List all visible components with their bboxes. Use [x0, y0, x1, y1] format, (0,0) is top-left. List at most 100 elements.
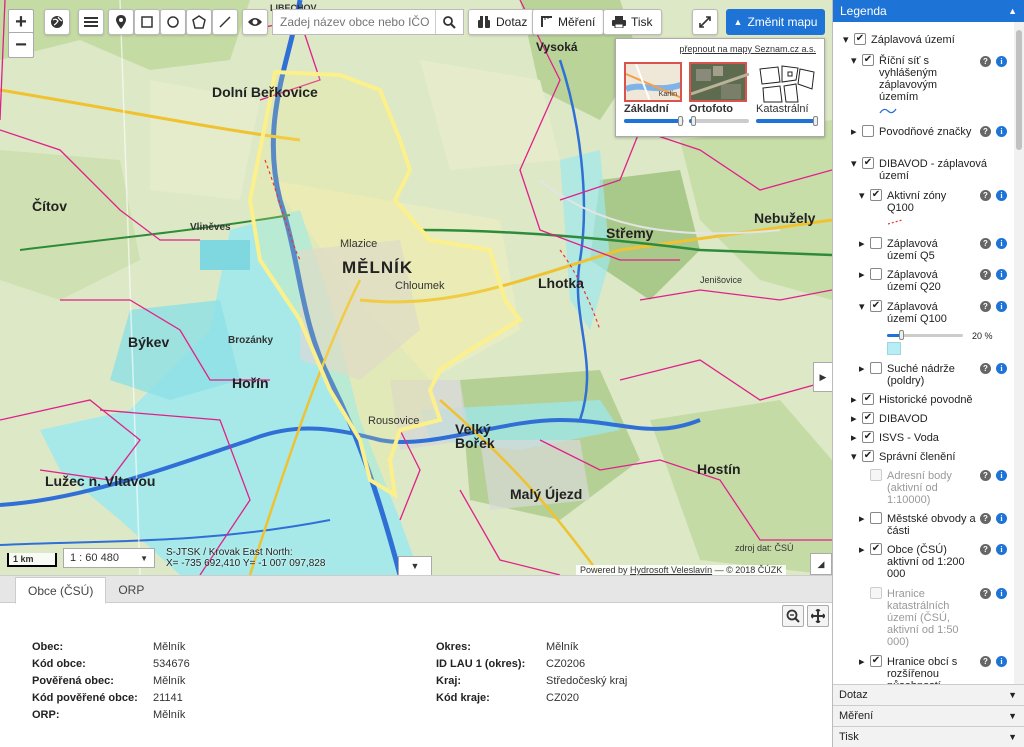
info-icon[interactable]: i — [996, 301, 1007, 312]
basemap-ortofoto[interactable]: Ortofoto — [689, 62, 750, 126]
help-icon[interactable]: ? — [980, 544, 991, 555]
globe-button[interactable] — [44, 9, 70, 35]
info-icon[interactable]: i — [996, 588, 1007, 599]
help-icon[interactable]: ? — [980, 513, 991, 524]
copyright-link[interactable]: Hydrosoft Veleslavín — [630, 565, 712, 575]
info-icon[interactable]: i — [996, 56, 1007, 67]
help-icon[interactable]: ? — [980, 363, 991, 374]
info-icon[interactable]: i — [996, 238, 1007, 249]
info-key: ID LAU 1 (okres): — [436, 657, 526, 670]
legend-scrollbar[interactable] — [1014, 22, 1024, 684]
draw-line-button[interactable] — [212, 9, 238, 35]
checkbox-dibavod[interactable]: ✔ — [862, 412, 874, 424]
chevron-right-icon[interactable]: ▸ — [859, 269, 865, 281]
draw-circle-button[interactable] — [160, 9, 186, 35]
chevron-right-icon[interactable]: ▸ — [851, 126, 857, 138]
info-icon[interactable]: i — [996, 269, 1007, 280]
accordion-tisk[interactable]: Tisk ▼ — [833, 726, 1024, 747]
fullscreen-button[interactable] — [692, 9, 718, 35]
checkbox-dibavod-zu[interactable]: ✔ — [862, 157, 874, 169]
chevron-right-icon[interactable]: ▸ — [859, 363, 865, 375]
opacity-slider-ortofoto[interactable] — [689, 116, 749, 126]
info-icon[interactable]: i — [996, 190, 1007, 201]
checkbox-zu-q20[interactable] — [870, 268, 882, 280]
map-view[interactable]: Dolní Beřkovice Čítov MĚLNÍK Býkev Hořín… — [0, 0, 832, 575]
eye-icon — [248, 18, 262, 26]
info-icon[interactable]: i — [996, 470, 1007, 481]
draw-point-button[interactable] — [108, 9, 134, 35]
help-icon[interactable]: ? — [980, 301, 991, 312]
chevron-right-icon[interactable]: ▸ — [859, 238, 865, 250]
tab-orp[interactable]: ORP — [106, 576, 156, 603]
query-button[interactable]: Dotaz — [468, 9, 537, 35]
checkbox-zaplavova-uzemi[interactable]: ✔ — [854, 33, 866, 45]
help-icon[interactable]: ? — [980, 238, 991, 249]
accordion-dotaz[interactable]: Dotaz ▼ — [833, 684, 1024, 705]
info-icon[interactable]: i — [996, 656, 1007, 667]
help-icon[interactable]: ? — [980, 588, 991, 599]
checkbox-zu-q100[interactable]: ✔ — [870, 300, 882, 312]
info-icon[interactable]: i — [996, 126, 1007, 137]
draw-polygon-button[interactable] — [186, 9, 212, 35]
search-input[interactable] — [273, 10, 435, 34]
basemap-switcher: přepnout na mapy Seznam.cz a.s. Karlín Z… — [615, 38, 825, 137]
checkbox-historicke[interactable]: ✔ — [862, 393, 874, 405]
legend-header[interactable]: Legenda ▲ — [833, 0, 1024, 22]
help-icon[interactable]: ? — [980, 190, 991, 201]
pan-to-feature-button[interactable] — [807, 605, 829, 627]
zoom-out-button[interactable]: − — [8, 32, 34, 58]
layer-opacity-slider[interactable] — [887, 330, 963, 340]
chevron-right-icon[interactable]: ▸ — [859, 544, 865, 556]
scale-select[interactable]: 1 : 60 480 ▼ — [63, 548, 155, 568]
checkbox-mestske[interactable] — [870, 512, 882, 524]
chevron-down-icon[interactable]: ▾ — [851, 55, 857, 67]
zoom-to-feature-button[interactable] — [782, 605, 804, 627]
help-icon[interactable]: ? — [980, 470, 991, 481]
seznam-link[interactable]: přepnout na mapy Seznam.cz a.s. — [679, 44, 816, 54]
chevron-down-icon[interactable]: ▾ — [851, 158, 857, 170]
chevron-right-icon[interactable]: ▸ — [851, 432, 857, 444]
draw-rectangle-button[interactable] — [134, 9, 160, 35]
help-icon[interactable]: ? — [980, 126, 991, 137]
checkbox-spravni[interactable]: ✔ — [862, 450, 874, 462]
chevron-right-icon[interactable]: ▸ — [851, 413, 857, 425]
tab-obce[interactable]: Obce (ČSÚ) — [15, 577, 107, 604]
info-icon[interactable]: i — [996, 513, 1007, 524]
opacity-slider-zakladni[interactable] — [624, 116, 684, 126]
change-map-button[interactable]: ▲ Změnit mapu — [726, 9, 825, 35]
layers-menu-button[interactable] — [78, 9, 104, 35]
print-button[interactable]: Tisk — [603, 9, 662, 35]
chevron-right-icon[interactable]: ▸ — [859, 513, 865, 525]
opacity-slider-katastralni[interactable] — [756, 116, 818, 126]
expand-bottom-panel-button[interactable]: ▼ — [398, 556, 432, 575]
checkbox-zu-q5[interactable] — [870, 237, 882, 249]
corner-toggle-button[interactable]: ◢ — [810, 553, 832, 575]
help-icon[interactable]: ? — [980, 56, 991, 67]
chevron-right-icon[interactable]: ▸ — [851, 394, 857, 406]
checkbox-ricni-sit[interactable]: ✔ — [862, 54, 874, 66]
chevron-down-icon[interactable]: ▾ — [851, 451, 857, 463]
measure-button[interactable]: Měření — [532, 9, 605, 35]
accordion-mereni[interactable]: Měření ▼ — [833, 705, 1024, 726]
chevron-right-icon[interactable]: ▸ — [859, 656, 865, 668]
checkbox-hranice-obci[interactable]: ✔ — [870, 655, 882, 667]
scrollbar-thumb[interactable] — [1016, 30, 1022, 150]
checkbox-suche-nadrze[interactable] — [870, 362, 882, 374]
copyright-suffix: — © 2018 ČÚZK — [714, 565, 783, 575]
search-button[interactable] — [435, 10, 463, 34]
checkbox-isvs[interactable]: ✔ — [862, 431, 874, 443]
chevron-down-icon[interactable]: ▾ — [843, 34, 849, 46]
basemap-katastralni[interactable]: Katastrální — [756, 62, 818, 126]
collapse-legend-button[interactable]: ▶ — [813, 362, 832, 392]
checkbox-aktivni-zony[interactable]: ✔ — [870, 189, 882, 201]
checkbox-obce[interactable]: ✔ — [870, 543, 882, 555]
chevron-down-icon[interactable]: ▾ — [859, 190, 865, 202]
help-icon[interactable]: ? — [980, 656, 991, 667]
checkbox-povodnove-znacky[interactable] — [862, 125, 874, 137]
chevron-down-icon[interactable]: ▾ — [859, 301, 865, 313]
basemap-zakladni[interactable]: Karlín Základní — [624, 62, 684, 126]
visibility-button[interactable] — [242, 9, 268, 35]
help-icon[interactable]: ? — [980, 269, 991, 280]
info-icon[interactable]: i — [996, 363, 1007, 374]
info-icon[interactable]: i — [996, 544, 1007, 555]
